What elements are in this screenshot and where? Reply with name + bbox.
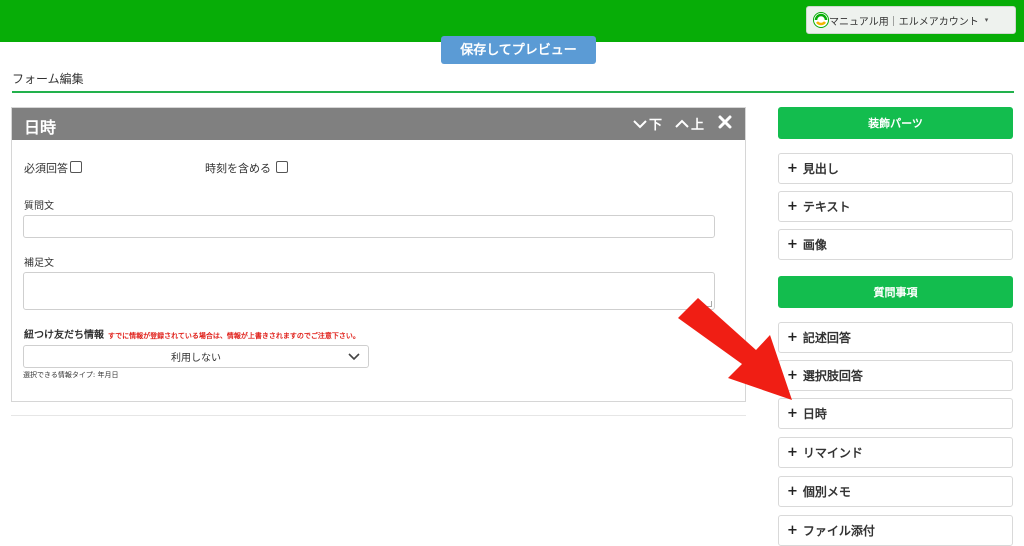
sidebar-item-label: テキスト xyxy=(802,200,851,214)
move-up-label: 上 xyxy=(691,118,705,133)
account-logo-icon xyxy=(813,12,829,28)
move-up-button[interactable]: 上 xyxy=(675,114,704,133)
required-checkbox[interactable] xyxy=(70,161,82,173)
supplement-textarea[interactable] xyxy=(23,272,715,310)
friend-info-select[interactable]: 利用しない xyxy=(23,345,369,368)
chevron-up-icon xyxy=(675,119,689,128)
move-down-button[interactable]: 下 xyxy=(633,114,662,133)
sidebar-item-label: 見出し xyxy=(802,162,839,176)
panel-header: 日時 下 上 xyxy=(12,108,745,140)
friend-info-select-value: 利用しない xyxy=(171,353,221,364)
friend-info-warning: すでに情報が登録されている場合は、情報が上書きされますのでご注意下さい。 xyxy=(108,332,360,340)
chevron-down-icon xyxy=(348,353,360,361)
delete-button[interactable] xyxy=(718,115,732,129)
datetime-question-panel: 日時 下 上 必須回答 時刻を含める 質問文 補足文 紐つけ友だち情報 すでに情… xyxy=(11,107,746,402)
friend-info-row: 紐つけ友だち情報 すでに情報が登録されている場合は、情報が上書きされますのでご注… xyxy=(24,326,360,341)
add-text-button[interactable]: + テキスト xyxy=(778,191,1013,222)
sidebar-item-label: 選択肢回答 xyxy=(802,369,863,383)
plus-icon: + xyxy=(787,484,798,499)
add-datetime-button[interactable]: + 日時 xyxy=(778,398,1013,429)
plus-icon: + xyxy=(787,199,798,214)
add-reminder-button[interactable]: + リマインド xyxy=(778,437,1013,468)
include-time-label: 時刻を含める xyxy=(205,162,271,175)
sidebar-item-label: 日時 xyxy=(802,407,827,421)
decoration-parts-header: 装飾パーツ xyxy=(778,107,1013,139)
sidebar-item-label: 個別メモ xyxy=(802,485,851,499)
add-choice-answer-button[interactable]: + 選択肢回答 xyxy=(778,360,1013,391)
supplement-label: 補足文 xyxy=(24,258,54,269)
account-label: マニュアル用｜エルメアカウント xyxy=(829,16,979,28)
plus-icon: + xyxy=(787,445,798,460)
close-icon xyxy=(718,115,732,129)
title-divider xyxy=(12,91,1014,93)
required-label: 必須回答 xyxy=(24,162,68,175)
chevron-down-icon xyxy=(633,119,647,128)
question-label: 質問文 xyxy=(24,201,54,212)
add-free-text-answer-button[interactable]: + 記述回答 xyxy=(778,322,1013,353)
sidebar-item-label: ファイル添付 xyxy=(802,524,875,538)
save-preview-button[interactable]: 保存してプレビュー xyxy=(441,36,596,64)
selectable-type-note: 選択できる情報タイプ: 年月日 xyxy=(23,371,119,379)
chevron-down-icon: ▾ xyxy=(984,16,989,24)
question-input[interactable] xyxy=(23,215,715,238)
sidebar-item-label: 画像 xyxy=(802,238,827,252)
plus-icon: + xyxy=(787,237,798,252)
move-down-label: 下 xyxy=(649,118,663,133)
page-title: フォーム編集 xyxy=(12,72,84,86)
divider xyxy=(11,415,746,416)
sidebar-item-label: 記述回答 xyxy=(802,331,851,345)
sidebar-item-label: リマインド xyxy=(802,446,863,460)
plus-icon: + xyxy=(787,161,798,176)
add-heading-button[interactable]: + 見出し xyxy=(778,153,1013,184)
question-items-header: 質問事項 xyxy=(778,276,1013,308)
plus-icon: + xyxy=(787,523,798,538)
account-switcher-button[interactable]: マニュアル用｜エルメアカウント ▾ xyxy=(806,6,1016,34)
annotation-arrow-icon xyxy=(678,298,792,400)
include-time-checkbox[interactable] xyxy=(276,161,288,173)
add-image-button[interactable]: + 画像 xyxy=(778,229,1013,260)
add-file-attachment-button[interactable]: + ファイル添付 xyxy=(778,515,1013,546)
panel-title: 日時 xyxy=(24,118,57,137)
add-private-memo-button[interactable]: + 個別メモ xyxy=(778,476,1013,507)
friend-info-label: 紐つけ友だち情報 xyxy=(24,330,104,341)
